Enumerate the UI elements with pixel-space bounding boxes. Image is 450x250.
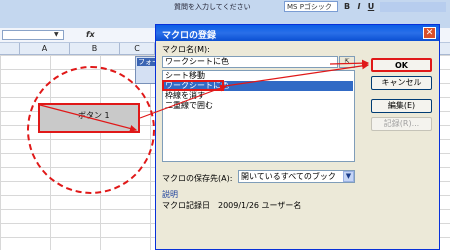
annotation-arrow-to-ok [224,62,370,87]
annotation-arrow-name-to-ok [329,59,370,67]
annotation-arrow-shape [39,104,138,132]
annotation-arrow-to-list [139,84,228,119]
annotation-arrows [39,59,370,132]
